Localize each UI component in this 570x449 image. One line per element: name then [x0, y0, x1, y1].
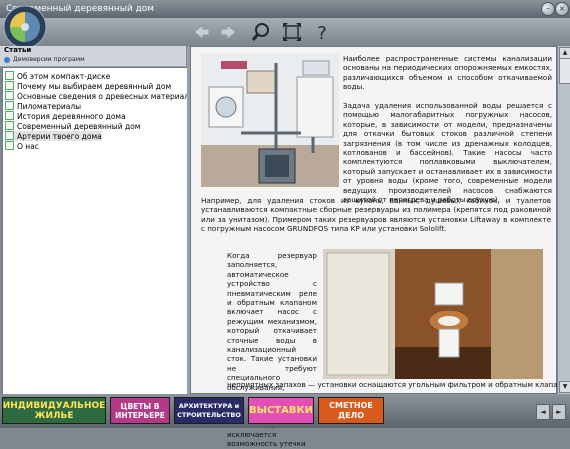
tree-item-label: Об этом компакт-диске — [17, 72, 111, 81]
book-icon — [5, 71, 14, 80]
toolbar: ? — [0, 5, 570, 49]
tree-item-house-arteries[interactable]: Артерии твоего дома — [5, 131, 102, 141]
title-bar: Современный деревянный дом – × — [0, 0, 570, 18]
help-question-icon[interactable]: ? — [311, 21, 333, 43]
banner-line: ЦВЕТЫ В — [120, 401, 160, 411]
paragraph-1: Наиболее распространенные системы канали… — [343, 54, 552, 92]
demo-icon — [4, 56, 10, 63]
book-icon — [5, 131, 14, 140]
banner-scroll-left-icon[interactable]: ◄ — [536, 404, 550, 420]
banner-individual-housing[interactable]: ИНДИВИДУАЛЬНОЕ ЖИЛЬЕ — [2, 397, 106, 424]
book-icon — [5, 101, 14, 110]
tree-item-why-wooden-house[interactable]: Почему мы выбираем деревянный дом — [5, 81, 171, 91]
tree-item-label: Почему мы выбираем деревянный дом — [17, 82, 172, 91]
book-icon — [5, 81, 14, 90]
banner-line: СТРОИТЕЛЬСТВО — [177, 410, 241, 419]
banner-scroll-right-icon[interactable]: ► — [552, 404, 566, 420]
bathroom-photo — [323, 249, 543, 379]
banner-exhibitions[interactable]: ВЫСТАВКИ — [248, 397, 314, 424]
book-icon — [5, 141, 14, 150]
article-tree: Об этом компакт-диске Почему мы выбираем… — [2, 67, 198, 395]
section-subtitle: Демоверсии программ — [13, 56, 85, 63]
tree-item-label: Современный деревянный дом — [17, 122, 141, 131]
tree-item-modern-house[interactable]: Современный деревянный дом — [5, 121, 140, 131]
paragraph-2: Задача удаления использованной воды реша… — [343, 101, 552, 205]
forward-arrow-icon[interactable] — [218, 21, 240, 43]
tree-item-wood-materials[interactable]: Основные сведения о древесных материалах — [5, 91, 198, 101]
tree-item-label: О нас — [17, 142, 39, 151]
banner-line: ЖИЛЬЕ — [34, 410, 74, 421]
tree-item-label: Пиломатериалы — [17, 102, 82, 111]
tree-item-label: Основные сведения о древесных материалах — [17, 92, 199, 101]
pump-diagram-image — [201, 53, 339, 187]
scroll-thumb[interactable] — [559, 58, 570, 84]
back-arrow-icon[interactable] — [190, 21, 212, 43]
banner-architecture[interactable]: АРХИТЕКТУРА и СТРОИТЕЛЬСТВО — [174, 397, 244, 424]
tree-item-about-cd[interactable]: Об этом компакт-диске — [5, 71, 110, 81]
banner-estimate[interactable]: СМЕТНОЕ ДЕЛО — [318, 397, 384, 424]
banner-line: АРХИТЕКТУРА и — [178, 401, 240, 410]
demo-programs-link[interactable]: Демоверсии программ — [4, 56, 85, 63]
banner-line: ДЕЛО — [337, 410, 365, 420]
book-icon — [5, 91, 14, 100]
cd-logo-icon — [3, 5, 47, 49]
article-content: Наиболее распространенные системы канали… — [190, 46, 570, 448]
content-scrollbar[interactable]: ▲ ▼ — [557, 46, 570, 394]
banner-line: СМЕТНОЕ — [329, 400, 373, 410]
search-magnifier-icon[interactable] — [250, 21, 272, 43]
tree-item-lumber[interactable]: Пиломатериалы — [5, 101, 81, 111]
paragraph-3: Например, для удаления стоков из кухонь,… — [201, 196, 551, 234]
tree-item-label: Артерии твоего дома — [17, 132, 102, 141]
tree-item-history[interactable]: История деревянного дома — [5, 111, 126, 121]
bottom-banner-bar: ИНДИВИДУАЛЬНОЕ ЖИЛЬЕ ЦВЕТЫ В ИНТЕРЬЕРЕ АРХ… — [0, 394, 570, 428]
minimize-button[interactable]: – — [541, 2, 555, 16]
banner-line: ИНТЕРЬЕРЕ — [115, 410, 165, 420]
banner-line: ВЫСТАВКИ — [248, 405, 314, 416]
close-button[interactable]: × — [555, 2, 569, 16]
fullscreen-icon[interactable] — [281, 21, 303, 43]
banner-flowers-interior[interactable]: ЦВЕТЫ В ИНТЕРЬЕРЕ — [110, 397, 170, 424]
book-icon — [5, 111, 14, 120]
book-icon — [5, 121, 14, 130]
tree-item-about-us[interactable]: О нас — [5, 141, 39, 151]
section-title[interactable]: Статьи — [4, 46, 31, 54]
svg-text:?: ? — [317, 23, 327, 43]
articles-header: Статьи Демоверсии программ — [0, 46, 186, 67]
paragraph-5: неприятных запахов — установки оснащаютс… — [227, 380, 570, 389]
scroll-down-arrow-icon[interactable]: ▼ — [559, 381, 570, 393]
tree-item-label: История деревянного дома — [17, 112, 126, 121]
banner-line: ИНДИВИДУАЛЬНОЕ — [2, 400, 106, 411]
